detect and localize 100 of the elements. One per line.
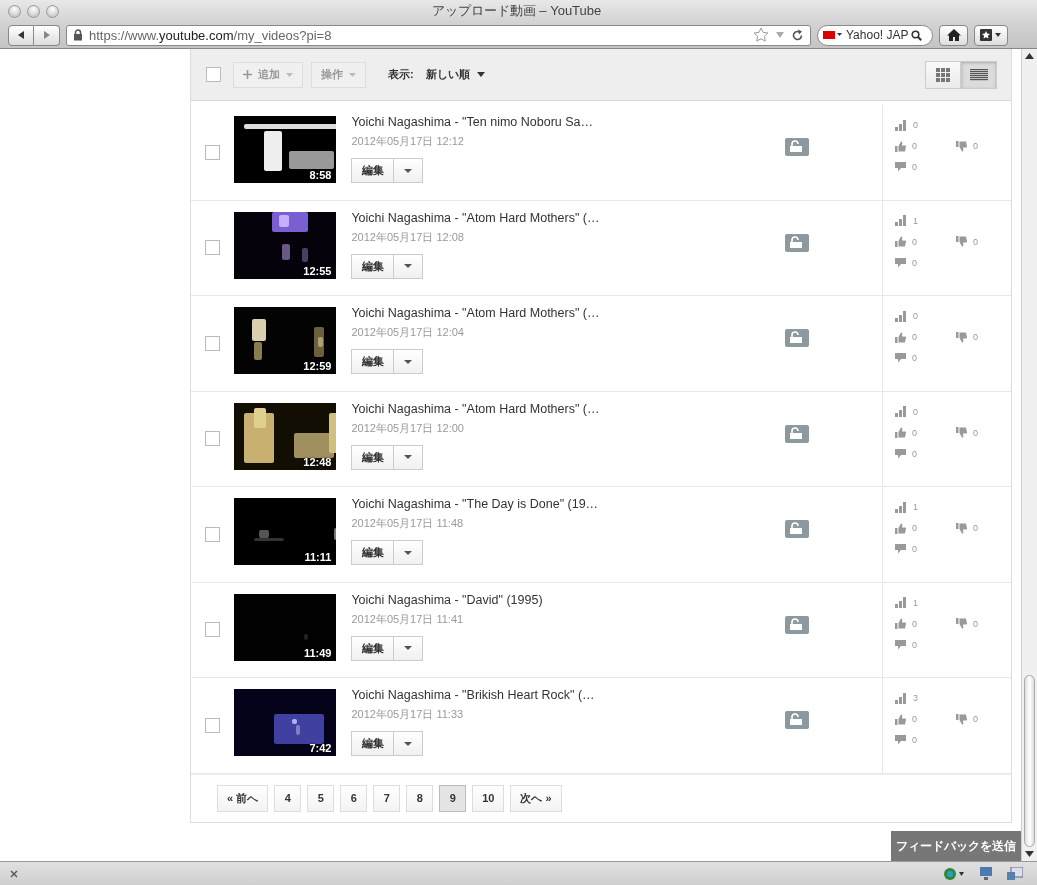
- edit-menu-button[interactable]: [394, 349, 424, 374]
- next-page-button[interactable]: 次へ »: [510, 784, 562, 812]
- row-checkbox[interactable]: [204, 526, 220, 542]
- unlocked-padlock-icon[interactable]: [785, 520, 809, 538]
- video-title[interactable]: Yoichi Nagashima - "The Day is Done" (19…: [351, 497, 694, 511]
- row-checkbox[interactable]: [204, 717, 220, 733]
- edit-menu-button[interactable]: [394, 635, 424, 661]
- search-icon[interactable]: [911, 29, 923, 41]
- window-icon[interactable]: [1007, 867, 1023, 880]
- view-count: 0: [913, 120, 918, 130]
- edit-menu-button[interactable]: [394, 253, 424, 279]
- edit-button[interactable]: 編集: [351, 635, 395, 661]
- page-number-button[interactable]: 4: [274, 784, 302, 812]
- page-number-button[interactable]: 5: [307, 784, 335, 812]
- bar-chart-icon: [895, 406, 907, 417]
- back-button[interactable]: [8, 24, 34, 46]
- comment-icon: [895, 448, 906, 459]
- bar-chart-icon: [895, 597, 907, 608]
- dropdown-icon[interactable]: [775, 31, 785, 39]
- video-title[interactable]: Yoichi Nagashima - "Atom Hard Mothers" (…: [351, 306, 694, 320]
- close-window-button[interactable]: [8, 4, 21, 18]
- previous-page-button[interactable]: « 前へ: [217, 784, 269, 812]
- video-title[interactable]: Yoichi Nagashima - "Atom Hard Mothers" (…: [351, 210, 694, 225]
- select-all-checkbox[interactable]: [206, 67, 221, 82]
- grid-view-button[interactable]: [925, 60, 961, 89]
- view-count: 1: [913, 215, 918, 226]
- dislike-count: 0: [973, 523, 978, 533]
- page-number-button[interactable]: 7: [373, 784, 401, 812]
- row-checkbox[interactable]: [204, 335, 220, 351]
- comment-icon: [895, 257, 906, 268]
- scroll-thumb[interactable]: [1024, 675, 1035, 847]
- comment-count: 0: [912, 544, 917, 554]
- page-number-button[interactable]: 6: [340, 784, 368, 812]
- sort-dropdown[interactable]: 新しい順: [421, 67, 489, 82]
- lock-icon: [73, 29, 83, 41]
- home-button[interactable]: [939, 24, 968, 46]
- unlocked-padlock-icon[interactable]: [785, 138, 809, 156]
- search-text: Yahoo! JAP: [846, 28, 909, 42]
- thumbs-up-icon: [895, 522, 906, 534]
- unlocked-padlock-icon[interactable]: [785, 711, 809, 729]
- edit-button[interactable]: 編集: [351, 731, 395, 756]
- monitor-icon[interactable]: [979, 867, 993, 880]
- upload-date: 2012年05月17日 11:33: [351, 707, 465, 722]
- edit-button[interactable]: 編集: [351, 158, 395, 183]
- reload-icon[interactable]: [791, 28, 804, 42]
- search-field[interactable]: Yahoo! JAP: [817, 24, 933, 46]
- page-number-button[interactable]: 8: [406, 784, 434, 812]
- bookmark-star-icon[interactable]: [753, 27, 769, 43]
- scrollbar[interactable]: [1021, 49, 1037, 861]
- edit-button[interactable]: 編集: [351, 444, 395, 470]
- plus-icon: [243, 70, 252, 79]
- video-title[interactable]: Yoichi Nagashima - "Ten nimo Noboru Sa…: [351, 115, 694, 129]
- scroll-up-arrow-icon[interactable]: [1025, 53, 1034, 59]
- window-title: アップロード動画 – YouTube: [430, 2, 603, 20]
- scroll-down-arrow-icon[interactable]: [1025, 851, 1034, 857]
- globe-icon[interactable]: [943, 866, 965, 881]
- dislike-count: 0: [973, 618, 978, 629]
- thumbs-down-icon: [956, 522, 967, 534]
- minimize-window-button[interactable]: [27, 4, 40, 18]
- caret-icon: [476, 72, 485, 77]
- page-number-button[interactable]: 9: [439, 784, 467, 812]
- row-checkbox[interactable]: [204, 622, 220, 638]
- like-count: 0: [912, 523, 917, 533]
- view-count: 3: [913, 693, 918, 703]
- bar-chart-icon: [895, 215, 907, 226]
- thumbs-down-icon: [956, 713, 967, 725]
- row-checkbox[interactable]: [204, 240, 220, 256]
- edit-menu-button[interactable]: [394, 158, 424, 183]
- unlocked-padlock-icon[interactable]: [785, 233, 809, 252]
- edit-menu-button[interactable]: [394, 731, 424, 756]
- like-count: 0: [912, 141, 917, 151]
- video-title[interactable]: Yoichi Nagashima - "David" (1995): [351, 592, 694, 607]
- unlocked-padlock-icon[interactable]: [785, 424, 809, 443]
- feedback-button[interactable]: フィードバックを送信: [891, 831, 1021, 861]
- caret-icon: [404, 455, 413, 459]
- edit-button[interactable]: 編集: [351, 253, 395, 279]
- bookmarks-button[interactable]: [974, 24, 1008, 46]
- row-checkbox[interactable]: [204, 431, 220, 447]
- thumbs-up-icon: [895, 236, 906, 247]
- address-field[interactable]: https://www.youtube.com/my_videos?pi=8: [66, 24, 811, 46]
- close-icon[interactable]: [10, 869, 18, 878]
- thumbs-down-icon: [956, 618, 967, 629]
- dislike-count: 0: [973, 714, 978, 724]
- row-checkbox[interactable]: [204, 144, 220, 160]
- video-title[interactable]: Yoichi Nagashima - "Atom Hard Mothers" (…: [351, 401, 694, 416]
- unlocked-padlock-icon[interactable]: [785, 329, 809, 347]
- video-title[interactable]: Yoichi Nagashima - "Brikish Heart Rock" (…: [351, 688, 694, 702]
- view-count: 0: [913, 311, 918, 321]
- view-count: 0: [913, 406, 918, 417]
- back-arrow-icon: [16, 30, 26, 40]
- edit-button[interactable]: 編集: [351, 540, 395, 565]
- unlocked-padlock-icon[interactable]: [785, 615, 809, 634]
- list-view-button[interactable]: [961, 60, 997, 89]
- dislike-count: 0: [973, 141, 978, 151]
- edit-menu-button[interactable]: [394, 540, 424, 565]
- thumbs-down-icon: [956, 427, 967, 438]
- page-number-button[interactable]: 10: [472, 784, 505, 812]
- edit-menu-button[interactable]: [394, 444, 424, 470]
- edit-button[interactable]: 編集: [351, 349, 395, 374]
- zoom-window-button[interactable]: [46, 4, 59, 18]
